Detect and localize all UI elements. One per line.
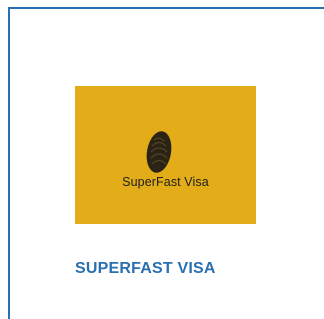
logo-text: SuperFast Visa xyxy=(122,175,209,189)
fingerprint-icon xyxy=(146,131,172,173)
company-title-link[interactable]: SUPERFAST VISA xyxy=(75,260,216,278)
company-logo[interactable]: SuperFast Visa xyxy=(75,86,256,224)
